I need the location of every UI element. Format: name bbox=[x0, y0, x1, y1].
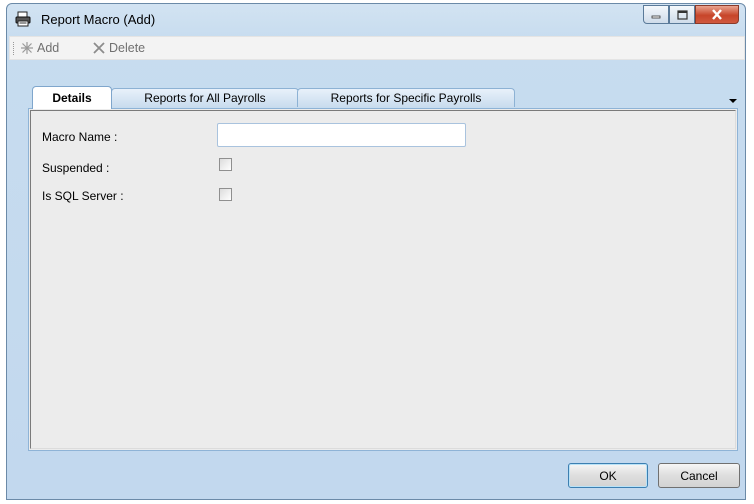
tab-reports-all-payrolls[interactable]: Reports for All Payrolls bbox=[111, 88, 299, 107]
tab-dropdown-icon[interactable] bbox=[729, 99, 737, 103]
delete-button[interactable]: Delete bbox=[92, 40, 145, 56]
suspended-label: Suspended : bbox=[42, 161, 110, 175]
printer-icon bbox=[15, 11, 31, 27]
close-button[interactable] bbox=[695, 5, 739, 24]
ok-button[interactable]: OK bbox=[568, 463, 648, 488]
delete-icon bbox=[93, 42, 105, 54]
add-label: Add bbox=[37, 41, 60, 55]
details-content-area bbox=[30, 110, 736, 449]
macro-name-label: Macro Name : bbox=[42, 130, 118, 144]
minimize-button[interactable] bbox=[643, 5, 669, 24]
sql-server-label: Is SQL Server : bbox=[42, 189, 124, 203]
tab-reports-specific-payrolls[interactable]: Reports for Specific Payrolls bbox=[297, 88, 515, 107]
delete-label: Delete bbox=[109, 41, 146, 55]
details-tab-page bbox=[28, 108, 738, 451]
suspended-checkbox[interactable] bbox=[219, 158, 232, 171]
tab-details[interactable]: Details bbox=[32, 86, 112, 109]
cancel-button[interactable]: Cancel bbox=[658, 463, 740, 488]
window-title: Report Macro (Add) bbox=[41, 12, 156, 27]
add-icon bbox=[21, 42, 33, 54]
title-bar[interactable]: Report Macro (Add) bbox=[7, 4, 745, 34]
tab-details-label: Details bbox=[52, 91, 92, 105]
toolbar: Add Delete bbox=[9, 36, 745, 60]
macro-name-input[interactable] bbox=[217, 123, 466, 147]
maximize-button[interactable] bbox=[669, 5, 695, 24]
sql-server-checkbox[interactable] bbox=[219, 188, 232, 201]
tab-reports-all-payrolls-label: Reports for All Payrolls bbox=[144, 91, 266, 105]
tab-reports-specific-payrolls-label: Reports for Specific Payrolls bbox=[330, 91, 482, 105]
toolbar-grip[interactable] bbox=[13, 42, 16, 55]
window-controls bbox=[643, 5, 739, 25]
add-button[interactable]: Add bbox=[20, 40, 59, 56]
